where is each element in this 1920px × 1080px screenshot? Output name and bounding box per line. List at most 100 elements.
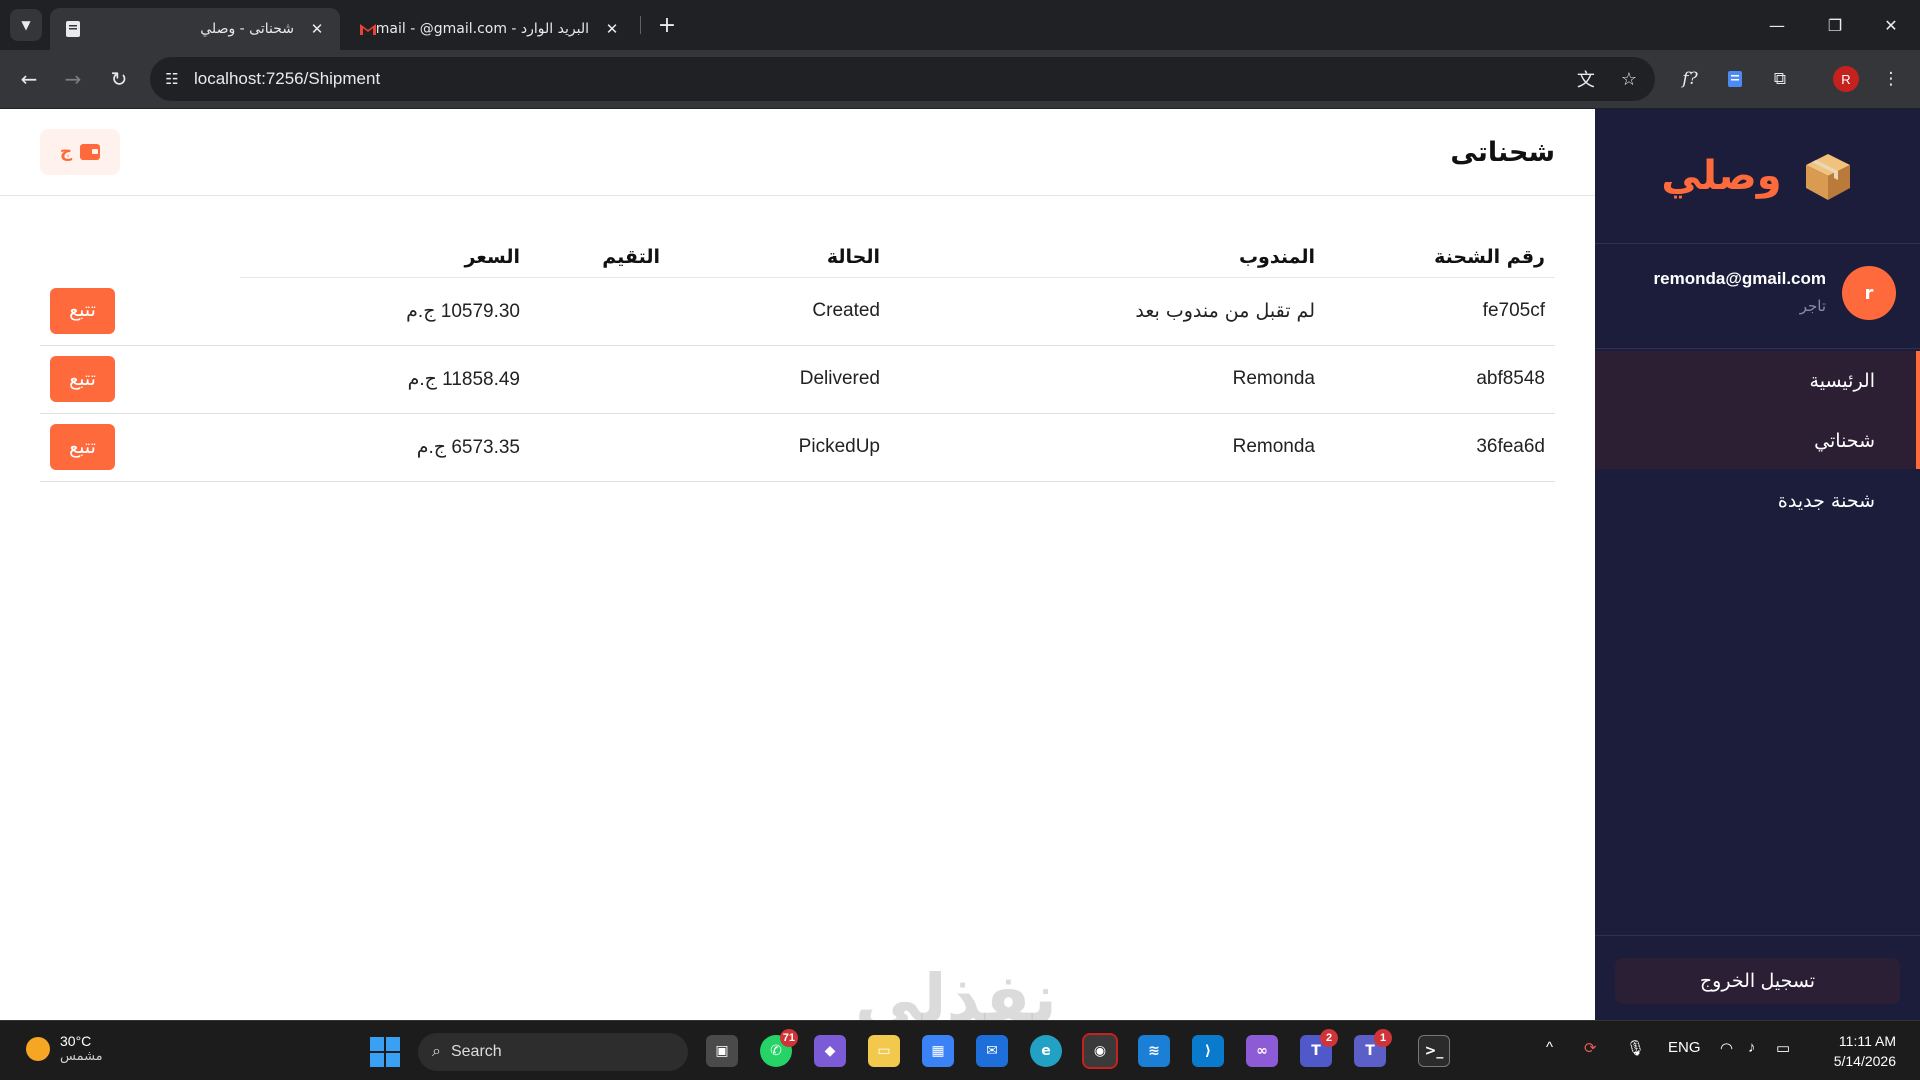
courier-name: Remonda [890, 413, 1325, 482]
tab-title: شحناتى - وصلي [200, 21, 294, 37]
wallet-label: ج [59, 142, 73, 162]
wifi-icon[interactable]: ◠ [1720, 1039, 1733, 1057]
docs-extension-icon[interactable] [1720, 64, 1750, 94]
sync-icon[interactable]: ⟳ [1584, 1039, 1597, 1057]
azure-data-studio-icon[interactable]: ≋ [1138, 1035, 1170, 1067]
shipment-id: abf8548 [1325, 345, 1555, 414]
track-button[interactable]: تتبع [50, 287, 115, 334]
language-indicator[interactable]: ENG [1668, 1039, 1701, 1056]
shipment-price: 6573.35 ج.م [240, 413, 530, 482]
user-avatar: r [1842, 266, 1896, 320]
formula-extension-icon[interactable]: f? [1675, 64, 1705, 94]
header-status: الحالة [670, 237, 890, 278]
weather-temp: 30°C [60, 1033, 92, 1049]
address-bar[interactable]: ☷ localhost:7256/Shipment 文 ☆ [150, 57, 1655, 101]
tray-overflow-icon[interactable]: ^ [1546, 1039, 1553, 1056]
close-window-icon[interactable]: ✕ [1862, 0, 1920, 50]
header-price: السعر [240, 237, 530, 278]
edge-icon[interactable]: e [1030, 1035, 1062, 1067]
courier-name: لم تقبل من مندوب بعد [890, 277, 1325, 346]
task-view-icon[interactable]: ▣ [706, 1035, 738, 1067]
logout-button[interactable]: تسجيل الخروج [1615, 958, 1900, 1004]
main-content: شحناتى ج رقم الشحنة المندوب الحالة التقي… [0, 109, 1595, 1020]
user-profile: r remonda@gmail.com تاجر [1595, 244, 1920, 349]
track-button[interactable]: تتبع [50, 424, 115, 470]
shipment-status: Created [670, 277, 890, 346]
tab-title: البريد الوارد - Gmail - @gmail.com [377, 21, 589, 37]
file-explorer-icon[interactable]: ▭ [868, 1035, 900, 1067]
back-arrow-icon[interactable]: ← [14, 64, 44, 94]
visual-studio-icon[interactable]: ∞ [1246, 1035, 1278, 1067]
teams-classic-icon[interactable]: T1 [1354, 1029, 1392, 1067]
sun-icon [26, 1036, 50, 1061]
taskbar-search[interactable]: ⌕ Search [418, 1033, 688, 1071]
search-placeholder: Search [450, 1043, 502, 1060]
brand-logo[interactable]: وصلي [1595, 109, 1920, 244]
user-role: تاجر [1799, 297, 1826, 315]
gmail-icon [359, 20, 377, 38]
whatsapp-badge: 71 [779, 1029, 798, 1047]
shipment-status: Delivered [670, 345, 890, 414]
m365-copilot-icon[interactable]: ◆ [814, 1035, 846, 1067]
chrome-icon[interactable]: ◉ [1082, 1033, 1118, 1069]
tab-shipments[interactable]: شحناتى - وصلي ✕ [50, 8, 340, 50]
url-text[interactable]: localhost:7256/Shipment [194, 69, 380, 89]
tab-separator [640, 16, 641, 34]
sidebar-item-new-shipment[interactable]: شحنة جديدة [1595, 471, 1920, 531]
page-favicon-icon [64, 20, 82, 38]
weather-desc: مشمس [60, 1049, 103, 1064]
windows-start-icon[interactable] [370, 1037, 400, 1067]
wallet-button[interactable]: ج [40, 129, 120, 175]
wallet-icon [80, 144, 101, 160]
track-button[interactable]: تتبع [50, 356, 115, 402]
header-shipment-id: رقم الشحنة [1325, 237, 1555, 278]
shipment-rating [530, 413, 670, 482]
clock-time: 11:11 AM [1838, 1033, 1896, 1049]
extensions-puzzle-icon[interactable]: ⧉ [1765, 64, 1795, 94]
package-box-icon [1802, 150, 1854, 202]
teams-icon[interactable]: T2 [1300, 1029, 1338, 1067]
mail-icon[interactable]: ✉ [976, 1035, 1008, 1067]
restore-icon[interactable]: ❐ [1806, 0, 1864, 50]
shipments-table: رقم الشحنة المندوب الحالة التقيم السعر f… [40, 237, 1555, 482]
site-info-icon[interactable]: ☷ [150, 57, 194, 101]
whatsapp-icon[interactable]: ✆ 71 [760, 1029, 798, 1067]
tab-close-icon[interactable]: ✕ [308, 20, 326, 38]
forward-arrow-icon[interactable]: → [58, 64, 88, 94]
tab-gmail[interactable]: البريد الوارد - Gmail - @gmail.com ✕ [345, 8, 635, 50]
shipment-id: 36fea6d [1325, 413, 1555, 482]
reload-icon[interactable]: ↻ [104, 64, 134, 94]
weather-widget[interactable]: 30°C مشمس [26, 1033, 103, 1064]
new-tab-button[interactable]: + [652, 10, 682, 40]
tab-close-icon[interactable]: ✕ [603, 20, 621, 38]
store-icon[interactable]: ▦ [922, 1035, 954, 1067]
sidebar-item-home[interactable]: الرئيسية [1595, 351, 1920, 411]
browser-tabstrip: ▼ شحناتى - وصلي ✕ البريد الوارد - Gmail … [0, 0, 1920, 50]
clock-date: 5/14/2026 [1833, 1053, 1896, 1069]
search-icon: ⌕ [432, 1043, 441, 1060]
translate-icon[interactable]: 文 [1577, 66, 1595, 92]
page-header: شحناتى ج [0, 109, 1595, 196]
shipment-rating [530, 277, 670, 346]
table-row: abf8548 Remonda Delivered 11858.49 ج.م ت… [40, 345, 1555, 414]
battery-icon[interactable]: ▭ [1776, 1039, 1790, 1057]
chevron-down-icon: ▼ [21, 18, 31, 32]
sidebar-item-my-shipments[interactable]: شحناتي [1595, 411, 1920, 471]
bookmark-star-icon[interactable]: ☆ [1621, 69, 1637, 90]
volume-icon[interactable]: ♪ [1748, 1039, 1756, 1056]
header-actions [40, 237, 240, 277]
tab-search-button[interactable]: ▼ [10, 9, 42, 41]
table-row: 36fea6d Remonda PickedUp 6573.35 ج.م تتب… [40, 413, 1555, 482]
mic-muted-icon[interactable]: 🎙 [1626, 1039, 1645, 1057]
terminal-icon[interactable]: >_ [1418, 1035, 1450, 1067]
user-email: remonda@gmail.com [1653, 269, 1826, 288]
table-row: fe705cf لم تقبل من مندوب بعد Created 105… [40, 277, 1555, 346]
sidebar: وصلي r remonda@gmail.com تاجر الرئيسية ش… [1595, 109, 1920, 1020]
system-clock[interactable]: 11:11 AM 5/14/2026 [1834, 1031, 1896, 1071]
teams-classic-badge: 1 [1374, 1029, 1392, 1047]
vscode-icon[interactable]: ⟩ [1192, 1035, 1224, 1067]
minimize-icon[interactable]: — [1748, 0, 1806, 50]
teams-badge: 2 [1320, 1029, 1338, 1047]
more-menu-icon[interactable]: ⋮ [1876, 64, 1906, 94]
profile-avatar[interactable]: R [1833, 66, 1859, 92]
